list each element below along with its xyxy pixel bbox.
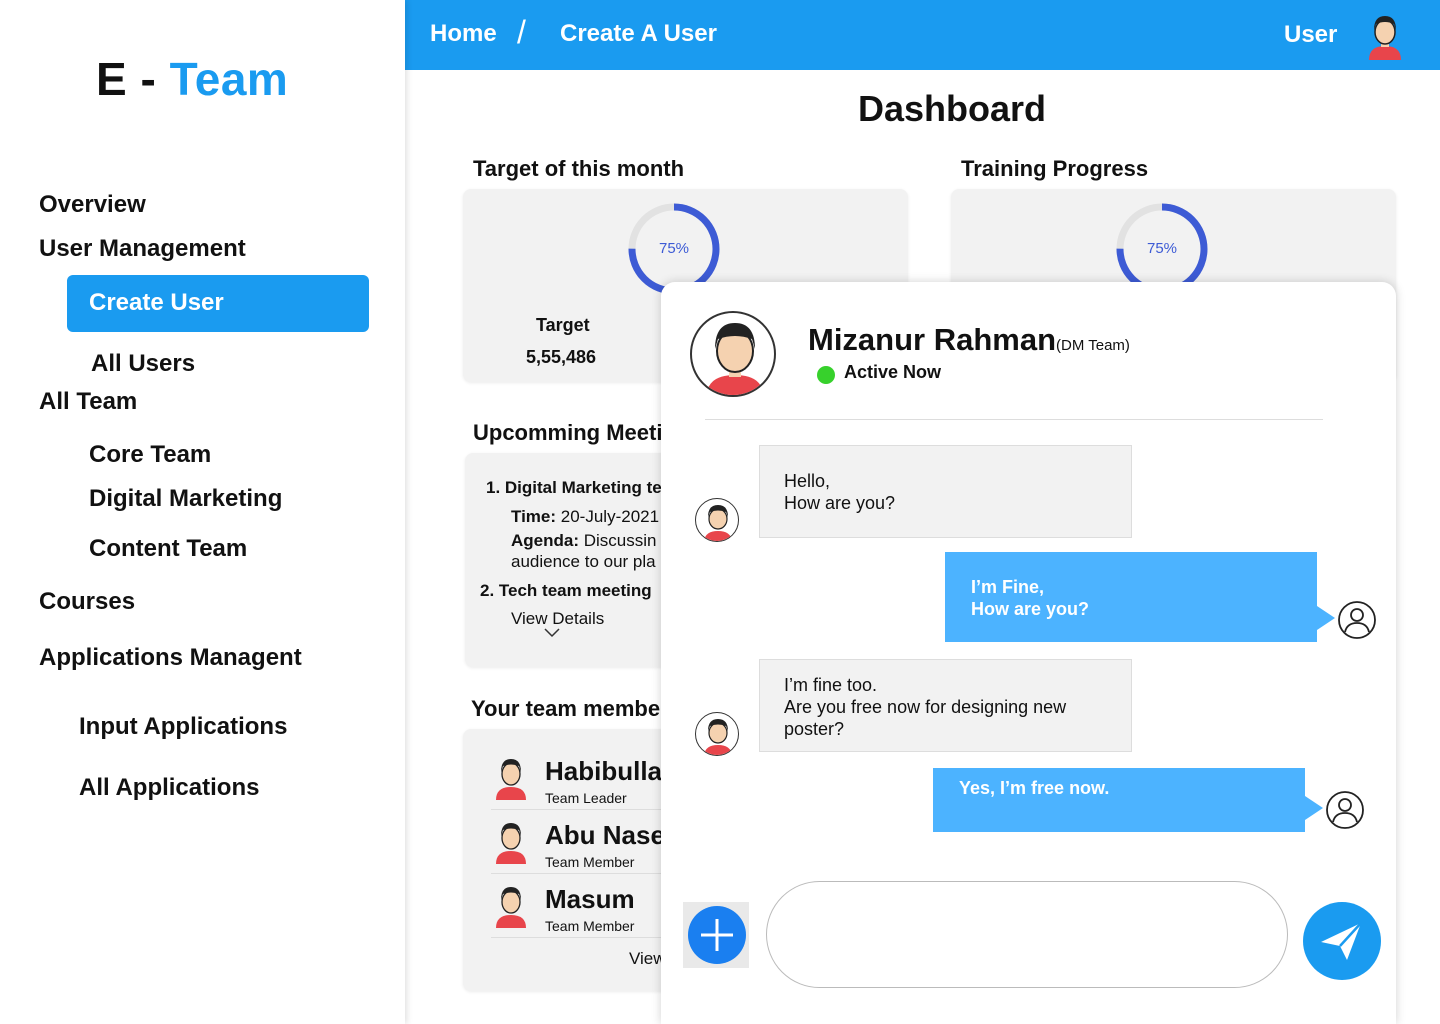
meeting-1-time: Time: 20-July-2021 xyxy=(511,507,659,527)
team-member-role: Team Member xyxy=(545,854,635,870)
contact-team: (DM Team) xyxy=(1056,337,1130,354)
sidebar-item-all-applications[interactable]: All Applications xyxy=(79,774,259,802)
send-button[interactable] xyxy=(1303,902,1381,980)
outgoing-message: Yes, I’m free now. xyxy=(933,768,1323,832)
team-member-name: Abu Naser xyxy=(545,820,676,850)
contact-avatar xyxy=(690,311,776,397)
sidebar: E - Team Overview User Management Create… xyxy=(0,0,405,1024)
message-line: How are you? xyxy=(784,493,896,513)
status-dot xyxy=(817,366,835,384)
message-line: How are you? xyxy=(971,599,1090,619)
view-details-link[interactable]: View Details xyxy=(511,609,604,629)
user-avatar-icon[interactable] xyxy=(1365,10,1405,60)
chat-divider xyxy=(705,419,1323,420)
brand-suffix: Team xyxy=(169,53,289,105)
message-line: Hello, xyxy=(784,471,831,491)
brand-logo: E - Team xyxy=(96,52,288,106)
breadcrumb-current: Create A User xyxy=(560,20,717,47)
training-progress-label: 75% xyxy=(1147,240,1178,257)
meeting-1-agenda-label: Agenda: xyxy=(511,531,579,550)
message-line: I’m Fine, xyxy=(971,577,1045,597)
sidebar-item-applications-management[interactable]: Applications Managent xyxy=(39,644,302,672)
plus-icon-circle xyxy=(688,906,746,964)
sidebar-item-input-applications[interactable]: Input Applications xyxy=(79,713,287,741)
meetings-section-title: Upcomming Meetir xyxy=(473,420,672,445)
contact-name-text: Mizanur Rahman xyxy=(808,322,1057,357)
chat-panel: Mizanur Rahman(DM Team) Active Now Hello… xyxy=(661,282,1396,1024)
user-avatar-icon xyxy=(704,505,732,541)
top-bar: Home / Create A User User xyxy=(405,0,1440,70)
sidebar-item-core-team[interactable]: Core Team xyxy=(89,441,211,469)
meeting-1-agenda: Agenda: Discussin xyxy=(511,531,656,551)
meeting-1-time-label: Time: xyxy=(511,507,557,526)
add-attachment-button[interactable] xyxy=(683,902,749,968)
user-menu-label[interactable]: User xyxy=(1284,21,1337,49)
send-icon xyxy=(1321,922,1362,960)
team-section-title: Your team member xyxy=(471,696,669,721)
meeting-2-title: 2. Tech team meeting xyxy=(480,581,652,600)
breadcrumb-home[interactable]: Home xyxy=(430,20,497,48)
user-outline-icon xyxy=(1326,791,1364,829)
sidebar-item-courses[interactable]: Courses xyxy=(39,588,135,616)
brand-dash: - xyxy=(140,53,157,105)
team-member-name: Habibullah xyxy=(545,756,678,786)
user-avatar-icon xyxy=(496,823,526,864)
incoming-message: I’m fine too. Are you free now for desig… xyxy=(759,659,1132,752)
chevron-down-icon[interactable] xyxy=(543,627,561,639)
message-line: Yes, I’m free now. xyxy=(959,778,1110,798)
team-member-role: Team Leader xyxy=(545,790,627,806)
sidebar-item-create-user[interactable]: Create User xyxy=(67,275,369,332)
breadcrumb-separator: / xyxy=(517,14,526,50)
sidebar-item-content-team[interactable]: Content Team xyxy=(89,535,247,563)
sidebar-item-digital-marketing[interactable]: Digital Marketing xyxy=(89,485,282,513)
outgoing-message: I’m Fine, How are you? xyxy=(945,552,1335,642)
sender-avatar xyxy=(695,498,739,542)
target-label: Target xyxy=(536,315,590,335)
target-section-title: Target of this month xyxy=(473,156,685,181)
meeting-1-agenda-line2: audience to our pla xyxy=(511,552,656,571)
message-line: Are you free now for designing new xyxy=(784,697,1067,717)
plus-icon xyxy=(701,919,733,951)
sidebar-item-all-team[interactable]: All Team xyxy=(39,388,137,416)
team-member-role: Team Member xyxy=(545,918,635,934)
user-avatar-icon xyxy=(496,887,526,928)
contact-name: Mizanur Rahman(DM Team) xyxy=(808,322,1130,358)
user-outline-icon xyxy=(1338,601,1376,639)
meeting-1-title: 1. Digital Marketing te xyxy=(486,478,662,497)
training-section-title: Training Progress xyxy=(961,156,1149,181)
meeting-1-agenda-value: Discussin xyxy=(579,531,657,550)
message-line: poster? xyxy=(784,719,845,739)
status-text: Active Now xyxy=(844,362,942,382)
meeting-1-time-value: 20-July-2021 xyxy=(556,507,660,526)
target-value: 5,55,486 xyxy=(526,347,597,367)
message-input[interactable] xyxy=(766,881,1288,988)
user-avatar-icon xyxy=(706,323,764,395)
sidebar-item-user-management[interactable]: User Management xyxy=(39,235,246,263)
sidebar-item-overview[interactable]: Overview xyxy=(39,191,146,219)
target-progress-label: 75% xyxy=(659,240,690,257)
sender-avatar xyxy=(695,712,739,756)
user-avatar-icon xyxy=(496,759,526,800)
brand-prefix: E xyxy=(96,53,128,105)
user-avatar-icon xyxy=(704,719,732,755)
sidebar-item-all-users[interactable]: All Users xyxy=(91,350,195,378)
page-title: Dashboard xyxy=(858,88,1047,129)
message-line: I’m fine too. xyxy=(784,675,878,695)
incoming-message: Hello, How are you? xyxy=(759,445,1132,538)
team-member-name: Masum xyxy=(545,884,635,914)
